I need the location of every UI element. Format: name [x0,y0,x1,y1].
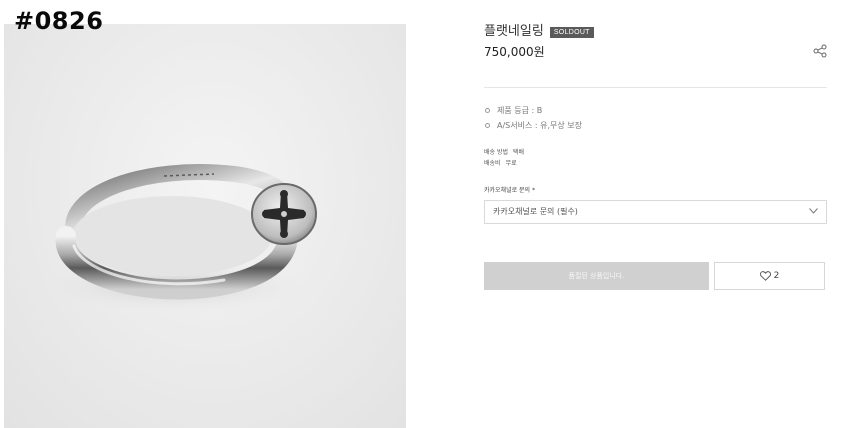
item-number-watermark: #0826 [14,7,104,35]
shipping-fee-value: 무료 [505,160,517,167]
like-button[interactable]: 2 [714,262,825,290]
option-label: 카카오채널로 문의 * [484,187,535,194]
spec-list: 제품 등급 : B A/S서비스 : 유,무상 보장 [484,103,582,133]
soldout-badge: SOLDOUT [549,26,594,38]
shipping-method-value: 택배 [513,149,525,156]
inquiry-option-select[interactable]: 카카오채널로 문의 (필수) [484,200,827,224]
spec-label: A/S서비스 : 유,무상 보장 [497,121,582,130]
product-image [4,24,406,428]
spec-item-as-service: A/S서비스 : 유,무상 보장 [484,118,582,133]
heart-icon [759,271,771,281]
like-count: 2 [773,271,780,281]
chevron-down-icon [809,208,818,214]
shipping-fee-label: 배송비 [484,160,501,167]
ring-illustration [44,164,317,312]
product-info-panel: 플랫네일링 SOLDOUT 750,000원 제품 등급 : B A/S서비스 … [484,0,827,428]
shipping-fee-row: 배송비 무료 [484,159,517,168]
shipping-method-label: 배송 방법 [484,149,508,156]
title-row: 플랫네일링 SOLDOUT [484,24,594,40]
spec-item-grade: 제품 등급 : B [484,103,582,118]
section-divider [484,87,827,88]
share-icon[interactable] [813,44,827,58]
spec-label: 제품 등급 : B [497,106,543,115]
select-value: 카카오채널로 문의 (필수) [493,207,578,216]
bullet-icon [485,108,490,113]
bullet-icon [485,123,490,128]
product-price: 750,000원 [484,45,545,59]
product-name: 플랫네일링 [484,24,544,39]
soldout-button[interactable]: 품절된 상품입니다. [484,262,709,290]
shipping-method-row: 배송 방법 택배 [484,148,524,157]
